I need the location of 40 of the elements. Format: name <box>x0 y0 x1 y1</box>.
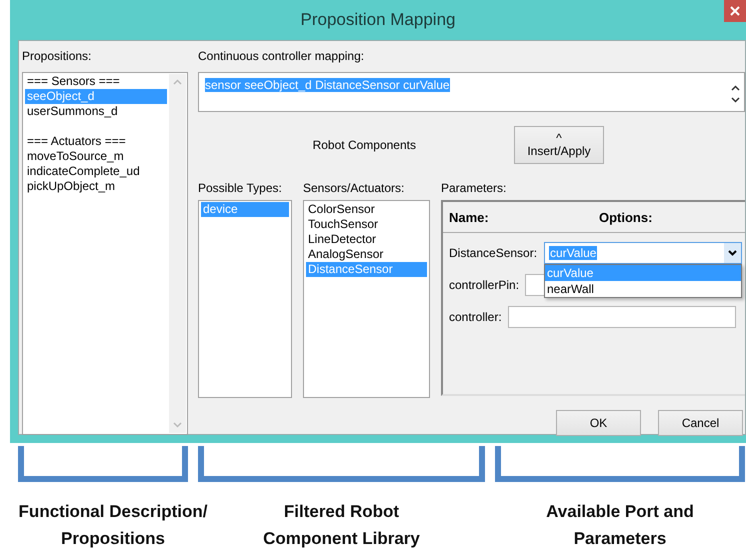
scroll-up-icon <box>731 85 740 91</box>
list-item[interactable]: moveToSource_m <box>25 149 167 164</box>
parameter-label: controllerPin: <box>449 278 520 292</box>
input-field[interactable] <box>508 306 736 328</box>
list-item[interactable]: TouchSensor <box>306 217 427 232</box>
list-item[interactable]: === Sensors === <box>25 74 167 89</box>
section-title: Robot Components <box>312 138 416 152</box>
close-icon <box>730 6 740 16</box>
list-item[interactable]: indicateComplete_ud <box>25 164 167 179</box>
parameter-label: DistanceSensor: <box>449 246 538 260</box>
list-item[interactable]: AnalogSensor <box>306 247 427 262</box>
list-item[interactable]: pickUpObject_m <box>25 179 167 194</box>
window-title: Proposition Mapping <box>300 10 456 30</box>
scroll-up-icon <box>173 79 182 85</box>
list-item[interactable]: ColorSensor <box>306 202 427 217</box>
chevron-down-icon <box>728 250 737 256</box>
scrollbar[interactable] <box>169 74 186 433</box>
list-item[interactable]: userSummons_d <box>25 104 167 119</box>
scroll-down-icon <box>173 422 182 428</box>
components-list[interactable]: ColorSensor TouchSensor LineDetector AnalogSensor DistanceSensor <box>303 200 430 398</box>
list-item[interactable]: === Actuators === <box>25 134 167 149</box>
dialog-button[interactable]: Cancel <box>658 410 743 436</box>
dropdown-option[interactable]: nearWall <box>545 281 741 297</box>
parameter-label: controller: <box>449 310 502 324</box>
column-header: Options: <box>599 210 652 224</box>
list-label: Possible Types: <box>198 180 283 197</box>
list-label: Parameters: <box>441 180 508 197</box>
list-item[interactable]: LineDetector <box>306 232 427 247</box>
dialog-button[interactable]: OK <box>556 410 641 436</box>
list-label: Sensors/Actuators: <box>303 180 406 197</box>
annotation-caption: Functional Description/ Propositions <box>18 501 208 550</box>
insert-apply-button[interactable]: ^ Insert/Apply <box>514 126 604 164</box>
propositions-list[interactable]: === Sensors === seeObject_d userSummons_d === Actuators === moveToSource_m indicateComplete_ud pickUpObject_m <box>22 72 188 435</box>
field-label: Continuous controller mapping: <box>198 48 366 65</box>
scroll-down-icon <box>731 97 740 103</box>
column-header: Name: <box>449 210 490 224</box>
annotation-caption: Filtered Robot Component Library <box>263 501 420 550</box>
close-button[interactable] <box>724 0 746 22</box>
list-label: Propositions: <box>22 48 92 65</box>
annotation-caption: Available Port and Parameters <box>546 501 694 550</box>
